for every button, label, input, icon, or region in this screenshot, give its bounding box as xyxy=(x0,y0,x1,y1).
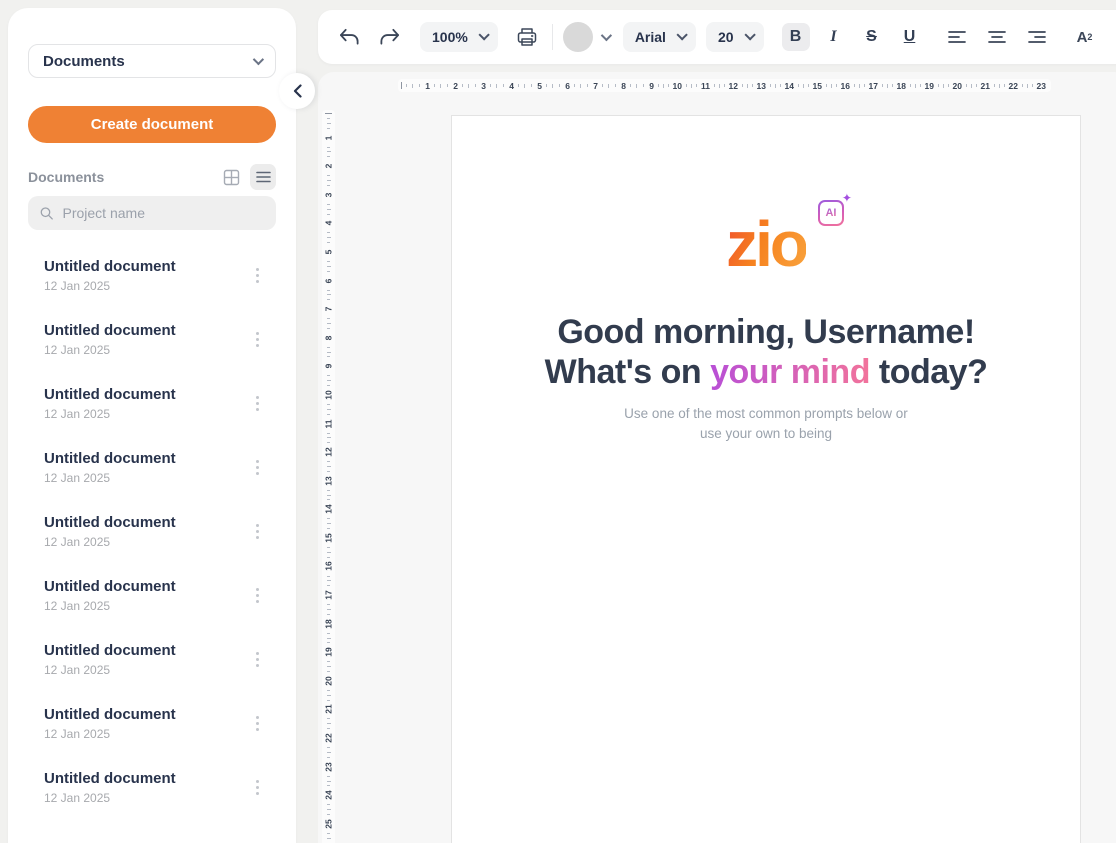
document-list-item[interactable]: Untitled document 12 Jan 2025 xyxy=(24,692,280,754)
toolbar-divider xyxy=(552,24,553,50)
chevron-down-icon xyxy=(601,30,612,41)
bold-button[interactable]: B xyxy=(782,23,810,51)
align-left-button[interactable] xyxy=(942,22,972,52)
color-swatch xyxy=(563,22,593,52)
sidebar: Documents Create document Documents Unti… xyxy=(8,8,296,843)
search-input[interactable] xyxy=(63,205,265,221)
kebab-menu-icon[interactable] xyxy=(248,646,266,672)
strikethrough-button[interactable]: S xyxy=(858,23,886,51)
document-title: Untitled document xyxy=(44,705,248,724)
printer-icon xyxy=(517,27,537,47)
redo-button[interactable] xyxy=(374,22,404,52)
document-list: Untitled document 12 Jan 2025 Untitled d… xyxy=(24,244,280,820)
chevron-down-icon xyxy=(478,29,489,40)
redo-icon xyxy=(379,28,400,46)
kebab-menu-icon[interactable] xyxy=(248,326,266,352)
grid-icon xyxy=(223,169,240,186)
document-list-item[interactable]: Untitled document 12 Jan 2025 xyxy=(24,628,280,690)
document-title: Untitled document xyxy=(44,769,248,788)
greeting-line1: Good morning, Username! xyxy=(452,312,1080,352)
zoom-value: 100% xyxy=(432,29,468,45)
kebab-menu-icon[interactable] xyxy=(248,390,266,416)
document-list-item[interactable]: Untitled document 12 Jan 2025 xyxy=(24,500,280,562)
document-title: Untitled document xyxy=(44,321,248,340)
horizontal-ruler: 1234567891011121314151617181920212223 xyxy=(398,79,1051,92)
document-date: 12 Jan 2025 xyxy=(44,663,248,677)
chevron-down-icon xyxy=(253,54,264,65)
document-title: Untitled document xyxy=(44,641,248,660)
documents-section-header: Documents xyxy=(28,164,276,190)
vertical-ruler: 1234567891011121314151617181920212223242… xyxy=(322,110,335,843)
chevron-left-icon xyxy=(293,84,302,98)
collection-selector[interactable]: Documents xyxy=(28,44,276,78)
document-list-item[interactable]: Untitled document 12 Jan 2025 xyxy=(24,756,280,818)
kebab-menu-icon[interactable] xyxy=(248,518,266,544)
search-box[interactable] xyxy=(28,196,276,230)
document-title: Untitled document xyxy=(44,513,248,532)
document-title: Untitled document xyxy=(44,257,248,276)
document-list-item[interactable]: Untitled document 12 Jan 2025 xyxy=(24,372,280,434)
list-view-button[interactable] xyxy=(250,164,276,190)
underline-button[interactable]: U xyxy=(896,23,924,51)
greeting-highlight: your mind xyxy=(710,353,870,391)
sparkle-icon: ✦ xyxy=(842,191,852,205)
font-size-value: 20 xyxy=(718,29,734,45)
font-family-value: Arial xyxy=(635,29,666,45)
print-button[interactable] xyxy=(512,22,542,52)
document-date: 12 Jan 2025 xyxy=(44,535,248,549)
italic-button[interactable]: I xyxy=(820,23,848,51)
document-date: 12 Jan 2025 xyxy=(44,279,248,293)
chevron-down-icon xyxy=(744,29,755,40)
align-center-icon xyxy=(988,30,1006,44)
ai-badge-label: AI xyxy=(825,207,836,219)
greeting-subtitle: Use one of the most common prompts below… xyxy=(452,404,1080,444)
document-page[interactable]: zio AI ✦ Good morning, Username! What's … xyxy=(451,115,1081,843)
chevron-down-icon xyxy=(676,29,687,40)
collapse-sidebar-button[interactable] xyxy=(279,73,315,109)
document-date: 12 Jan 2025 xyxy=(44,407,248,421)
grid-view-button[interactable] xyxy=(218,164,244,190)
kebab-menu-icon[interactable] xyxy=(248,774,266,800)
font-size-select[interactable]: 20 xyxy=(706,22,764,52)
document-title: Untitled document xyxy=(44,385,248,404)
document-list-item[interactable]: Untitled document 12 Jan 2025 xyxy=(24,244,280,306)
editor-toolbar: 100% Arial 20 B I S U A2 A2 xyxy=(318,10,1116,64)
undo-button[interactable] xyxy=(334,22,364,52)
documents-section-label: Documents xyxy=(28,169,218,185)
kebab-menu-icon[interactable] xyxy=(248,262,266,288)
superscript-button[interactable]: A2 xyxy=(1070,22,1100,52)
collection-selector-label: Documents xyxy=(43,53,125,70)
document-title: Untitled document xyxy=(44,449,248,468)
align-right-icon xyxy=(1028,30,1046,44)
document-date: 12 Jan 2025 xyxy=(44,599,248,613)
align-center-button[interactable] xyxy=(982,22,1012,52)
document-list-item[interactable]: Untitled document 12 Jan 2025 xyxy=(24,564,280,626)
align-right-button[interactable] xyxy=(1022,22,1052,52)
text-color-picker[interactable] xyxy=(563,22,609,52)
kebab-menu-icon[interactable] xyxy=(248,582,266,608)
document-title: Untitled document xyxy=(44,577,248,596)
zoom-select[interactable]: 100% xyxy=(420,22,498,52)
document-list-item[interactable]: Untitled document 12 Jan 2025 xyxy=(24,436,280,498)
search-icon xyxy=(40,206,54,221)
list-icon xyxy=(256,171,271,183)
font-family-select[interactable]: Arial xyxy=(623,22,696,52)
subscript-button[interactable]: A2 xyxy=(1110,22,1116,52)
undo-icon xyxy=(339,28,360,46)
greeting-line2: What's on your mind today? xyxy=(452,352,1080,392)
document-list-item[interactable]: Untitled document 12 Jan 2025 xyxy=(24,308,280,370)
document-date: 12 Jan 2025 xyxy=(44,727,248,741)
align-left-icon xyxy=(948,30,966,44)
editor-canvas: 1234567891011121314151617181920212223 12… xyxy=(318,72,1116,843)
document-date: 12 Jan 2025 xyxy=(44,343,248,357)
logo: zio AI ✦ xyxy=(452,214,1080,274)
kebab-menu-icon[interactable] xyxy=(248,710,266,736)
ai-badge: AI ✦ xyxy=(818,200,844,226)
document-date: 12 Jan 2025 xyxy=(44,471,248,485)
create-document-button[interactable]: Create document xyxy=(28,106,276,143)
kebab-menu-icon[interactable] xyxy=(248,454,266,480)
greeting-heading: Good morning, Username! What's on your m… xyxy=(452,312,1080,392)
logo-wordmark: zio xyxy=(726,208,806,280)
document-date: 12 Jan 2025 xyxy=(44,791,248,805)
